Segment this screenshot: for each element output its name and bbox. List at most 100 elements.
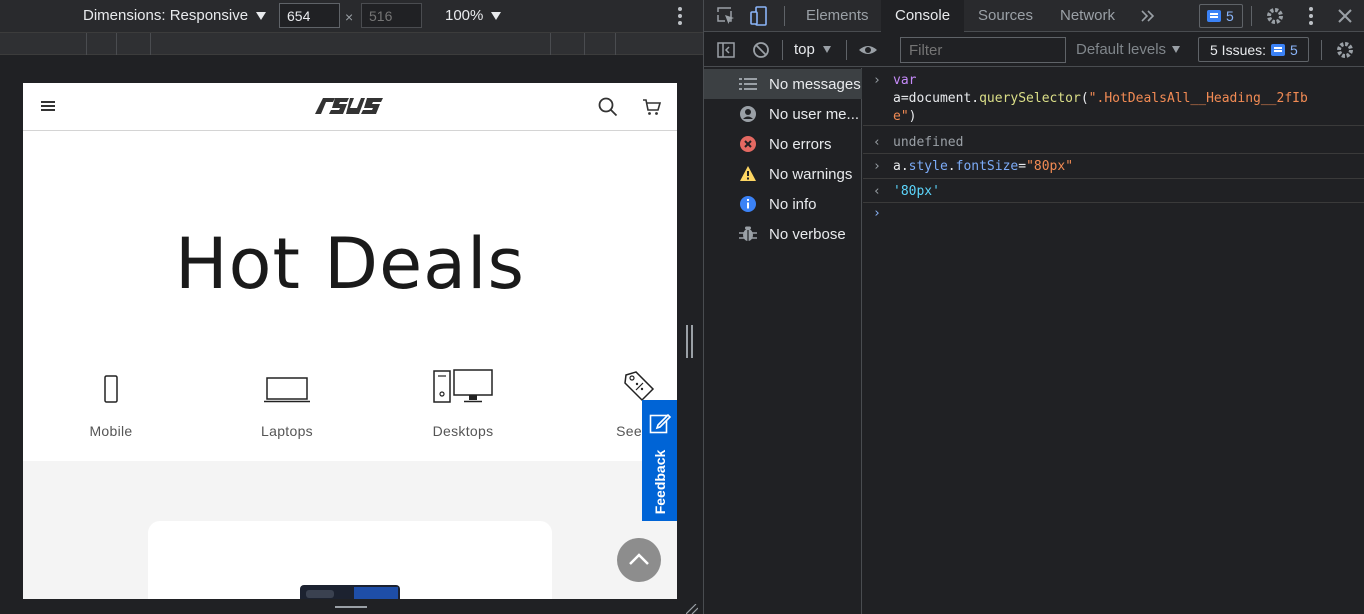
code-token: style — [908, 159, 948, 174]
deal-card[interactable] — [148, 521, 552, 599]
sidebar-item-label: No verbose — [769, 225, 846, 243]
filter-input[interactable] — [900, 37, 1066, 63]
ruler-mark — [584, 33, 585, 55]
chevron-up-icon — [629, 553, 649, 565]
category-laptops[interactable]: Laptops — [227, 363, 347, 439]
console-result-line: ‹ '80px' — [863, 179, 1364, 203]
user-icon — [740, 106, 756, 122]
issues-count: 5 — [1226, 8, 1234, 24]
issues-button[interactable]: 5 Issues: 5 — [1198, 37, 1309, 62]
gear-icon[interactable] — [1265, 6, 1285, 26]
console-output: › var a=document.querySelector(".HotDeal… — [863, 68, 1364, 614]
resize-handle-bottom[interactable] — [335, 606, 367, 610]
code-token: . — [947, 159, 956, 174]
console-prompt[interactable]: › — [873, 206, 881, 221]
deals-section — [23, 461, 677, 599]
dimensions-dropdown[interactable]: Dimensions: Responsive — [83, 7, 267, 24]
code-token: ( — [1080, 91, 1089, 106]
result-arrow-icon: ‹ — [873, 184, 881, 199]
asus-logo[interactable] — [313, 95, 385, 121]
eye-icon[interactable] — [858, 40, 878, 60]
issues-counter-button[interactable]: 5 — [1199, 4, 1243, 28]
console-result-line: ‹ undefined — [863, 130, 1364, 154]
tab-sources[interactable]: Sources — [964, 0, 1047, 32]
message-icon — [1207, 10, 1221, 22]
resize-handle-right[interactable] — [686, 325, 693, 358]
code-token: "80px" — [1026, 159, 1074, 174]
log-levels-dropdown[interactable]: Default levels — [1076, 41, 1181, 58]
cart-icon[interactable] — [642, 97, 662, 117]
close-icon[interactable] — [1335, 6, 1355, 26]
menu-icon[interactable] — [41, 101, 55, 111]
ruler-mark — [116, 33, 117, 55]
context-label: top — [794, 41, 815, 58]
screen: Dimensions: Responsive × 100% — [0, 0, 1364, 614]
tab-console[interactable]: Console — [881, 0, 965, 32]
warning-icon — [740, 166, 756, 181]
height-input[interactable] — [361, 3, 422, 28]
issues-label: 5 Issues: — [1210, 41, 1267, 58]
code-token: e" — [893, 109, 909, 124]
code-token: var — [893, 73, 917, 88]
sidebar-toggle-icon[interactable] — [716, 40, 736, 60]
toolbar-divider — [1251, 6, 1252, 26]
sidebar-item-label: No errors — [769, 135, 832, 153]
device-emulator-pane: Dimensions: Responsive × 100% — [0, 0, 703, 614]
back-to-top-button[interactable] — [617, 538, 661, 582]
sidebar-item-errors[interactable]: No errors — [704, 129, 862, 159]
search-icon[interactable] — [598, 97, 618, 117]
media-query-ruler[interactable] — [0, 33, 703, 55]
ruler-mark — [150, 33, 151, 55]
devtools-tabbar: Elements Console Sources Network 5 — [704, 0, 1364, 32]
code-token: = — [1018, 159, 1027, 174]
sidebar-item-verbose[interactable]: No verbose — [704, 219, 862, 249]
caret-down-icon — [1172, 46, 1181, 53]
sidebar-item-messages[interactable]: No messages — [704, 69, 862, 99]
tab-elements[interactable]: Elements — [792, 0, 883, 32]
category-desktops[interactable]: Desktops — [403, 363, 523, 439]
resize-handle-corner[interactable] — [686, 604, 698, 614]
width-input[interactable] — [279, 3, 340, 28]
input-chevron-icon: › — [873, 73, 881, 88]
sidebar-item-info[interactable]: No info — [704, 189, 862, 219]
inspect-element-icon[interactable] — [716, 6, 736, 26]
more-tabs-icon[interactable] — [1138, 6, 1158, 26]
hot-deals-heading: Hot Deals — [175, 223, 525, 305]
more-options-icon[interactable] — [676, 7, 684, 25]
emulated-viewport: Hot Deals Mobile Laptops Desktops See Al… — [23, 83, 677, 599]
category-mobile[interactable]: Mobile — [51, 363, 171, 439]
code-token: querySelector — [979, 91, 1081, 106]
more-options-icon[interactable] — [1307, 7, 1315, 25]
zoom-label: 100% — [445, 7, 484, 24]
result-arrow-icon: ‹ — [873, 135, 881, 150]
zoom-dropdown[interactable]: 100% — [445, 7, 502, 24]
console-settings-gear-icon[interactable] — [1335, 40, 1355, 60]
sidebar-item-label: No info — [769, 195, 817, 213]
error-icon — [740, 136, 756, 152]
result-value: undefined — [893, 135, 964, 150]
list-icon — [739, 78, 757, 90]
feedback-tab[interactable]: Feedback — [642, 400, 677, 521]
toolbar-divider — [782, 40, 783, 60]
asus-logo-icon — [315, 98, 383, 114]
ruler-mark — [615, 33, 616, 55]
console-toolbar: top Default levels 5 Issues: 5 — [704, 33, 1364, 67]
tab-network[interactable]: Network — [1046, 0, 1129, 32]
device-toggle-icon[interactable] — [749, 6, 769, 26]
code-token: fontSize — [955, 159, 1019, 174]
dimensions-label: Dimensions: Responsive — [83, 7, 249, 24]
code-token: ".HotDealsAll__Heading__2fIb — [1088, 91, 1308, 106]
result-value: '80px' — [893, 184, 940, 199]
context-dropdown[interactable]: top — [794, 41, 831, 58]
bug-icon — [739, 226, 757, 241]
console-input-line[interactable]: › var a=document.querySelector(".HotDeal… — [863, 68, 1364, 126]
sidebar-item-warnings[interactable]: No warnings — [704, 159, 862, 189]
sidebar-item-user-messages[interactable]: No user me... — [704, 99, 862, 129]
caret-down-icon — [256, 11, 267, 20]
phone-product-image — [300, 585, 400, 599]
devtools-panel: Elements Console Sources Network 5 top F… — [703, 0, 1364, 614]
console-input-line[interactable]: › a.style.fontSize="80px" — [863, 154, 1364, 179]
caret-down-icon — [822, 46, 831, 53]
clear-console-icon[interactable] — [751, 40, 771, 60]
site-header — [23, 83, 677, 131]
